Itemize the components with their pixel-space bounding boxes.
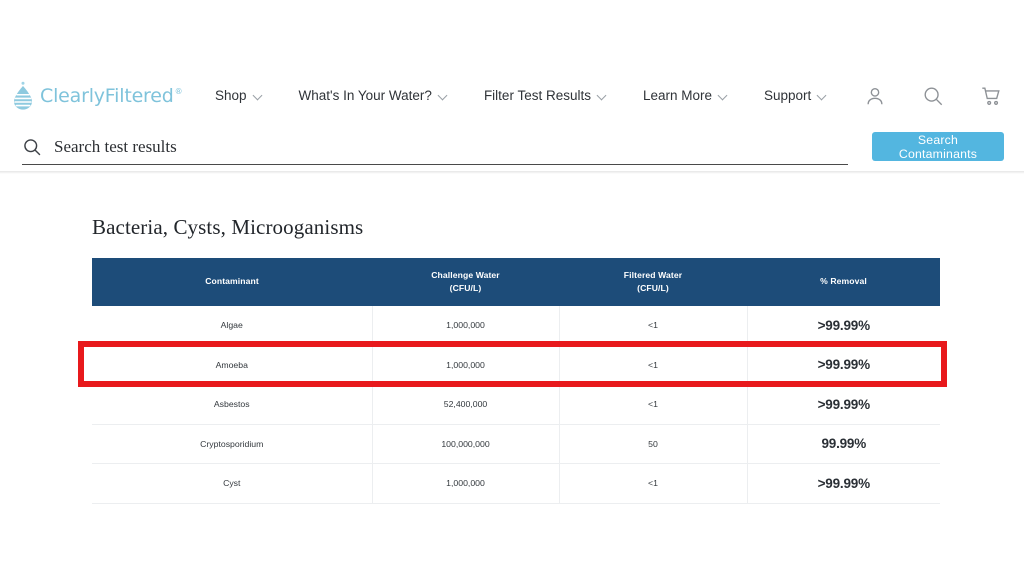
nav-item-label: Filter Test Results (484, 88, 591, 103)
chevron-down-icon (598, 91, 607, 100)
cell-filtered-water: 50 (559, 424, 747, 464)
column-header-line1: Challenge Water (431, 270, 500, 280)
main-content: Bacteria, Cysts, Microoganisms Contamina… (0, 175, 1024, 576)
chevron-down-icon (719, 91, 728, 100)
nav-item-label: What's In Your Water? (299, 88, 432, 103)
nav-item-support[interactable]: Support (764, 88, 827, 103)
cell-filtered-water: <1 (559, 345, 747, 385)
cell-challenge-water: 52,400,000 (372, 385, 559, 425)
brand-name-text: ClearlyFiltered (40, 85, 174, 107)
page-root: ClearlyFiltered® Shop What's In Your Wat… (0, 0, 1024, 576)
cell-percent-removal: >99.99% (747, 385, 940, 425)
cell-contaminant: Cyst (92, 464, 372, 504)
cell-contaminant: Cryptosporidium (92, 424, 372, 464)
table-row[interactable]: Cryptosporidium 100,000,000 50 99.99% (92, 424, 940, 464)
column-header-line1: Contaminant (205, 276, 259, 286)
water-drop-logo-icon (10, 81, 36, 111)
search-icon (22, 137, 42, 157)
column-header-line2: (CFU/L) (450, 283, 482, 293)
nav-item-shop[interactable]: Shop (215, 88, 263, 103)
main-navigation: Shop What's In Your Water? Filter Test R… (215, 88, 864, 103)
cell-challenge-water: 1,000,000 (372, 345, 559, 385)
brand-trademark: ® (175, 87, 183, 96)
cell-filtered-water: <1 (559, 306, 747, 345)
column-header-line1: % Removal (820, 276, 867, 286)
brand-logo[interactable]: ClearlyFiltered® (10, 81, 215, 111)
cell-percent-removal: 99.99% (747, 424, 940, 464)
nav-item-whats-in-your-water[interactable]: What's In Your Water? (299, 88, 448, 103)
cell-challenge-water: 1,000,000 (372, 464, 559, 504)
page-title: Bacteria, Cysts, Microoganisms (92, 215, 363, 240)
nav-item-label: Shop (215, 88, 247, 103)
column-header-filtered-water: Filtered Water (CFU/L) (559, 258, 747, 306)
table-row[interactable]: Cyst 1,000,000 <1 >99.99% (92, 464, 940, 504)
header-divider (0, 171, 1024, 174)
cell-challenge-water: 100,000,000 (372, 424, 559, 464)
chevron-down-icon (254, 91, 263, 100)
contaminant-results-table: Contaminant Challenge Water (CFU/L) Filt… (92, 258, 940, 504)
header-icon-group (864, 85, 1002, 107)
chevron-down-icon (439, 91, 448, 100)
column-header-contaminant: Contaminant (92, 258, 372, 306)
cell-filtered-water: <1 (559, 464, 747, 504)
table-body: Algae 1,000,000 <1 >99.99% Amoeba 1,000,… (92, 306, 940, 503)
cell-percent-removal: >99.99% (747, 306, 940, 345)
nav-item-learn-more[interactable]: Learn More (643, 88, 728, 103)
table-row[interactable]: Amoeba 1,000,000 <1 >99.99% (92, 345, 940, 385)
cell-filtered-water: <1 (559, 385, 747, 425)
table-head: Contaminant Challenge Water (CFU/L) Filt… (92, 258, 940, 306)
column-header-line2: (CFU/L) (637, 283, 669, 293)
chevron-down-icon (818, 91, 827, 100)
search-icon[interactable] (922, 85, 944, 107)
column-header-percent-removal: % Removal (747, 258, 940, 306)
table-header-row: Contaminant Challenge Water (CFU/L) Filt… (92, 258, 940, 306)
cell-percent-removal: >99.99% (747, 464, 940, 504)
account-icon[interactable] (864, 85, 886, 107)
search-field-wrapper[interactable] (22, 130, 848, 165)
table-row[interactable]: Asbestos 52,400,000 <1 >99.99% (92, 385, 940, 425)
cell-challenge-water: 1,000,000 (372, 306, 559, 345)
cell-contaminant: Asbestos (92, 385, 372, 425)
column-header-challenge-water: Challenge Water (CFU/L) (372, 258, 559, 306)
column-header-line1: Filtered Water (624, 270, 682, 280)
cart-icon[interactable] (980, 85, 1002, 107)
nav-item-label: Support (764, 88, 811, 103)
search-input[interactable] (54, 137, 848, 157)
search-bar (0, 123, 1024, 171)
nav-item-label: Learn More (643, 88, 712, 103)
cell-contaminant: Algae (92, 306, 372, 345)
nav-item-filter-test-results[interactable]: Filter Test Results (484, 88, 607, 103)
cell-percent-removal: >99.99% (747, 345, 940, 385)
brand-name: ClearlyFiltered® (40, 85, 182, 107)
site-header: ClearlyFiltered® Shop What's In Your Wat… (0, 68, 1024, 123)
cell-contaminant: Amoeba (92, 345, 372, 385)
search-contaminants-button[interactable]: Search Contaminants (872, 132, 1004, 161)
table-row[interactable]: Algae 1,000,000 <1 >99.99% (92, 306, 940, 345)
